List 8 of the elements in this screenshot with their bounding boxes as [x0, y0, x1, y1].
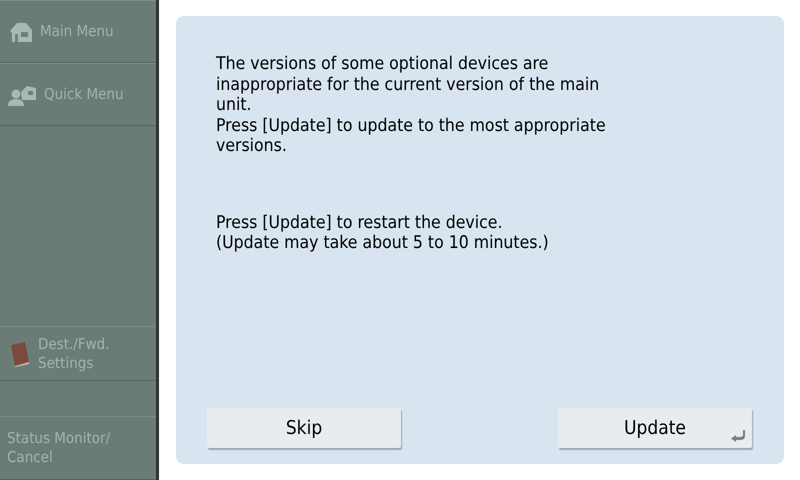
house-icon [8, 20, 34, 42]
return-arrow-icon [730, 430, 746, 442]
message-text: The versions of some optional devices are inappropriate for the current version of the main unit. Press [Update] to update to the most appropriate versions. [216, 54, 607, 156]
book-icon [8, 340, 32, 366]
dialog-button[interactable]: Skip [207, 408, 401, 448]
person-house-icon [8, 84, 38, 106]
message-text: Press [Update] to restart the device. (Update may take about 5 to 10 minutes.) [216, 212, 550, 254]
dialog-button[interactable]: Update [558, 408, 752, 448]
